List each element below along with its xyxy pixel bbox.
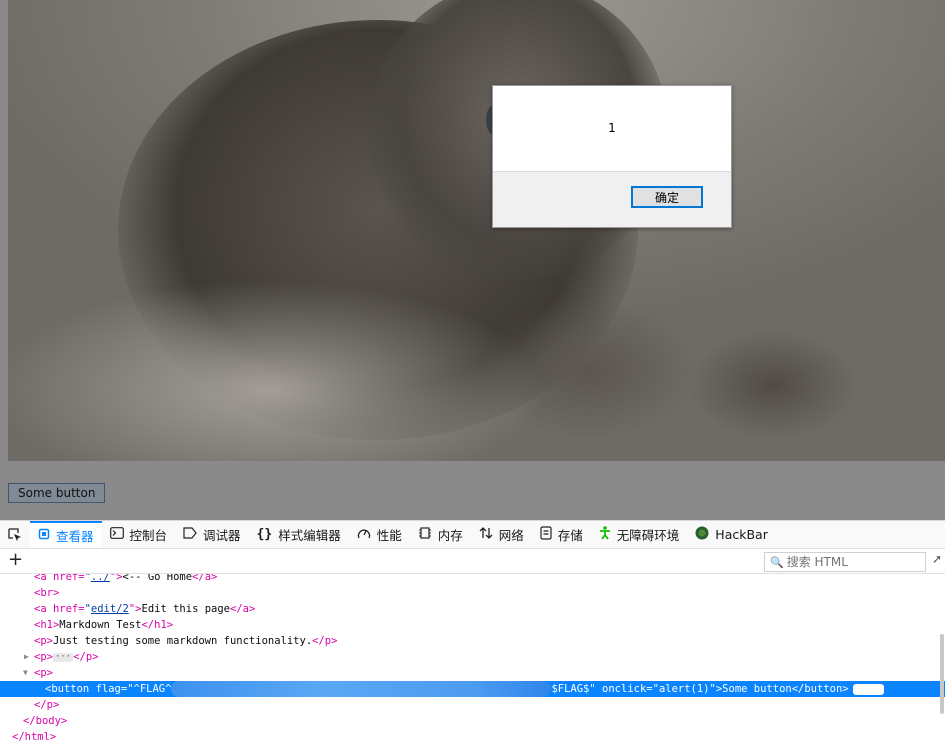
markup-link[interactable]: edit/2 bbox=[91, 603, 129, 615]
tab-performance[interactable]: 性能 bbox=[349, 521, 410, 548]
tab-accessibility-label: 无障碍环境 bbox=[616, 528, 680, 543]
tab-debugger[interactable]: 调试器 bbox=[175, 521, 249, 548]
performance-icon bbox=[357, 527, 371, 542]
eyedropper-icon[interactable]: ➚ bbox=[932, 552, 942, 566]
tab-network-label: 网络 bbox=[498, 528, 524, 543]
tab-memory-label: 内存 bbox=[437, 528, 463, 543]
console-icon bbox=[109, 527, 124, 542]
tab-inspector[interactable]: 查看器 bbox=[30, 521, 102, 548]
markup-row[interactable]: ▶ <p> ··· </p> bbox=[0, 649, 945, 665]
accessibility-icon bbox=[599, 526, 611, 543]
devtools-tab-bar: 查看器 控制台 调试器 {} 样式编辑器 性能 内存 网络 存储 无障碍环境 H… bbox=[0, 521, 945, 549]
tab-accessibility[interactable]: 无障碍环境 bbox=[591, 521, 688, 548]
tab-hackbar-label: HackBar bbox=[715, 527, 768, 542]
markup-link[interactable]: ../ bbox=[91, 574, 110, 583]
markup-row[interactable]: </body> bbox=[0, 713, 945, 729]
memory-icon bbox=[418, 527, 432, 542]
event-badge[interactable]: event bbox=[852, 683, 885, 695]
debugger-icon bbox=[183, 527, 197, 542]
markup-row[interactable]: <a href="../"><-- Go Home</a> bbox=[0, 574, 945, 585]
tab-hackbar[interactable]: HackBar bbox=[687, 521, 776, 548]
tab-performance-label: 性能 bbox=[376, 528, 402, 543]
tab-inspector-label: 查看器 bbox=[56, 529, 94, 544]
markup-row[interactable]: <br> bbox=[0, 585, 945, 601]
collapsed-ellipsis[interactable]: ··· bbox=[52, 652, 74, 662]
network-icon bbox=[479, 527, 493, 542]
devtools-panel: 查看器 控制台 调试器 {} 样式编辑器 性能 内存 网络 存储 无障碍环境 H… bbox=[0, 520, 945, 753]
hackbar-icon bbox=[695, 526, 709, 543]
tab-storage-label: 存储 bbox=[557, 528, 583, 543]
tab-style-editor-label: 样式编辑器 bbox=[278, 528, 341, 543]
markup-row-selected[interactable]: <button flag="^FLAG^ $FLAG$" onclick="ale… bbox=[0, 681, 945, 697]
markup-row[interactable]: </html> bbox=[0, 729, 945, 745]
markup-row[interactable]: ▼ <p> bbox=[0, 665, 945, 681]
tab-network[interactable]: 网络 bbox=[471, 521, 532, 548]
tab-style-editor[interactable]: {} 样式编辑器 bbox=[249, 521, 349, 548]
markup-scrollbar[interactable] bbox=[940, 634, 944, 714]
some-button[interactable]: Some button bbox=[8, 483, 106, 503]
tab-storage[interactable]: 存储 bbox=[532, 521, 591, 548]
style-editor-icon: {} bbox=[256, 527, 273, 542]
tab-memory[interactable]: 内存 bbox=[410, 521, 471, 548]
page-viewport: Some button bbox=[0, 0, 945, 520]
alert-dialog: 1 确定 bbox=[492, 85, 732, 228]
tab-console[interactable]: 控制台 bbox=[102, 521, 176, 548]
collapse-arrow-icon[interactable]: ▼ bbox=[23, 665, 28, 681]
markup-row[interactable]: </p> bbox=[0, 697, 945, 713]
markup-row[interactable]: <h1>Markdown Test</h1> bbox=[0, 617, 945, 633]
expand-arrow-icon[interactable]: ▶ bbox=[24, 649, 29, 665]
markup-view: <a href="../"><-- Go Home</a> <br> <a hr… bbox=[0, 574, 945, 753]
alert-ok-button[interactable]: 确定 bbox=[631, 186, 703, 208]
search-html-input[interactable] bbox=[786, 555, 917, 569]
redacted-flag bbox=[171, 681, 552, 697]
markup-row[interactable]: <p>Just testing some markdown functional… bbox=[0, 633, 945, 649]
alert-footer: 确定 bbox=[493, 171, 731, 227]
add-node-icon[interactable]: + bbox=[8, 550, 23, 570]
search-icon: 🔍 bbox=[770, 555, 784, 569]
alert-message: 1 bbox=[608, 121, 616, 135]
search-html-box[interactable]: 🔍 bbox=[764, 552, 926, 572]
element-picker-icon[interactable] bbox=[0, 521, 30, 548]
inspector-icon bbox=[38, 528, 50, 543]
inspector-toolbar: + 🔍 ➚ bbox=[0, 549, 945, 574]
markup-row[interactable]: <a href="edit/2">Edit this page</a> bbox=[0, 601, 945, 617]
tab-console-label: 控制台 bbox=[129, 528, 168, 543]
tab-debugger-label: 调试器 bbox=[203, 528, 241, 543]
storage-icon bbox=[540, 526, 552, 543]
kitten-image bbox=[8, 0, 945, 461]
